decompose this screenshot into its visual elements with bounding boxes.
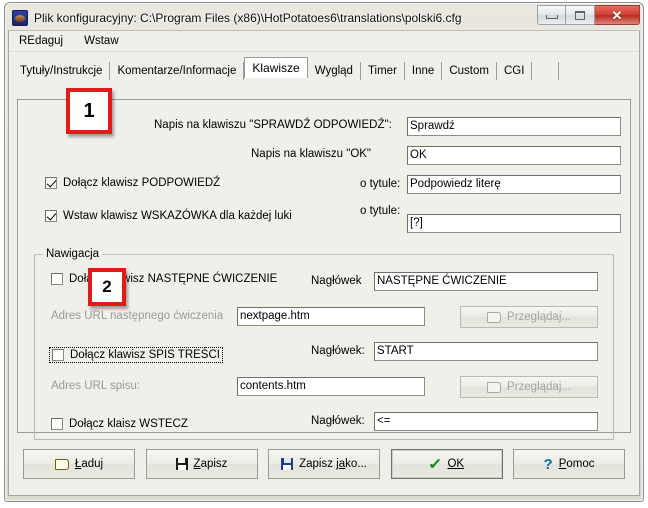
navigation-group-title: Nawigacja [43, 248, 103, 260]
dialog-button-bar: Ładuj Zapisz Zapisz jako... ✓ OK ? Pomoc [17, 441, 631, 487]
hint-checkbox-box [45, 177, 57, 189]
save-button[interactable]: Zapisz [145, 449, 258, 479]
next-exercise-checkbox[interactable]: Dołącz klawisz NASTĘPNE ĆWICZENIE [51, 273, 277, 285]
back-caption-input[interactable]: <= [374, 412, 598, 431]
save-as-button[interactable]: Zapisz jako... [268, 449, 380, 479]
load-button[interactable]: Ładuj [23, 449, 135, 479]
contents-caption-label: Nagłówek: [311, 345, 365, 357]
ok-caption-input[interactable]: OK [407, 146, 621, 165]
next-url-input[interactable]: nextpage.htm [237, 307, 425, 326]
hot-potato-icon [12, 10, 28, 26]
menu-item-redaguj[interactable]: REdaguj [17, 33, 72, 49]
check-mark-icon: ✓ [427, 455, 443, 473]
folder-icon [54, 458, 69, 470]
clue-title-label: o tytule: [360, 205, 401, 217]
next-caption-label: Nagłówek [311, 275, 362, 287]
close-icon: ✕ [611, 7, 623, 23]
tab-wyglad[interactable]: Wygląd [307, 62, 361, 80]
next-exercise-checkbox-box [51, 273, 63, 285]
tab-tytuly-instrukcje[interactable]: Tytuły/Instrukcje [13, 62, 111, 80]
tab-strip-filler [532, 62, 560, 80]
back-caption-label: Nagłówek: [311, 415, 365, 427]
help-button[interactable]: ? Pomoc [513, 449, 625, 479]
help-button-label: Pomoc [558, 458, 595, 470]
check-answer-input[interactable]: Sprawdź [407, 117, 621, 136]
title-bar: Plik konfiguracyjny: C:\Program Files (x… [8, 5, 640, 30]
question-mark-icon: ? [543, 455, 553, 473]
save-button-label: Zapisz [193, 458, 228, 470]
minimize-icon [545, 15, 558, 19]
tab-strip: Tytuły/Instrukcje Komentarze/Informacje … [13, 55, 635, 80]
maximize-button[interactable] [566, 5, 595, 25]
hint-title-label: o tytule: [360, 178, 401, 190]
next-url-label: Adres URL następnego ćwiczenia [51, 310, 224, 322]
tab-inne[interactable]: Inne [404, 62, 443, 80]
tab-custom[interactable]: Custom [442, 62, 497, 80]
tab-timer[interactable]: Timer [360, 62, 405, 80]
back-checkbox-label: Dołącz klaisz WSTECZ [69, 418, 188, 430]
next-caption-input[interactable]: NASTĘPNE ĆWICZENIE [374, 272, 598, 291]
folder-icon [487, 381, 502, 393]
close-button[interactable]: ✕ [595, 5, 640, 25]
contents-checkbox[interactable]: Dołącz klawisz SPIS TREŚCI [49, 347, 223, 363]
clue-checkbox-box [45, 210, 57, 222]
load-button-label: Ładuj [74, 458, 104, 470]
contents-caption-input[interactable]: START [374, 342, 598, 361]
hint-checkbox-label: Dołącz klawisz PODPOWIEDŹ [63, 177, 221, 189]
tab-cgi[interactable]: CGI [496, 62, 533, 80]
clue-checkbox[interactable]: Wstaw klawisz WSKAZÓWKA dla każdej luki [45, 210, 292, 222]
contents-url-browse-label: Przeglądaj... [507, 381, 571, 393]
contents-checkbox-box [52, 349, 64, 361]
floppy-disk-question-icon [281, 458, 294, 470]
contents-checkbox-label: Dołącz klawisz SPIS TREŚCI [70, 349, 220, 361]
window-controls: ✕ [537, 5, 640, 26]
contents-url-label: Adres URL spisu: [51, 380, 141, 392]
window-title: Plik konfiguracyjny: C:\Program Files (x… [34, 11, 462, 25]
tab-klawisze[interactable]: Klawisze [244, 57, 308, 78]
menu-item-wstaw[interactable]: Wstaw [82, 33, 128, 49]
floppy-disk-icon [175, 458, 188, 470]
minimize-button[interactable] [537, 5, 566, 25]
hint-checkbox[interactable]: Dołącz klawisz PODPOWIEDŹ [45, 177, 220, 189]
next-url-browse-label: Przeglądaj... [507, 311, 571, 323]
annotation-badge-1: 1 [66, 88, 112, 134]
contents-url-input[interactable]: contents.htm [237, 377, 425, 396]
contents-url-browse-button[interactable]: Przeglądaj... [460, 376, 598, 398]
back-checkbox[interactable]: Dołącz klaisz WSTECZ [51, 418, 188, 430]
maximize-icon [575, 10, 585, 20]
ok-button-label: OK [447, 458, 465, 470]
annotation-badge-2: 2 [88, 268, 126, 306]
save-as-button-label: Zapisz jako... [299, 458, 367, 470]
check-answer-label: Napis na klawiszu "SPRAWDŹ ODPOWIEDŹ": [154, 119, 392, 131]
clue-checkbox-label: Wstaw klawisz WSKAZÓWKA dla każdej luki [63, 210, 292, 222]
klawisze-tab-page: Napis na klawiszu "SPRAWDŹ ODPOWIEDŹ": S… [17, 99, 631, 440]
next-url-browse-button[interactable]: Przeglądaj... [460, 306, 598, 328]
ok-button[interactable]: ✓ OK [390, 449, 503, 479]
tab-komentarze-informacje[interactable]: Komentarze/Informacje [110, 62, 245, 80]
menu-bar: REdaguj Wstaw [9, 31, 639, 52]
clue-title-input[interactable]: [?] [407, 214, 621, 233]
back-checkbox-box [51, 418, 63, 430]
hint-title-input[interactable]: Podpowiedz literę [407, 175, 621, 194]
config-window: Plik konfiguracyjny: C:\Program Files (x… [4, 2, 644, 502]
ok-caption-label: Napis na klawiszu "OK" [251, 148, 372, 160]
folder-icon [487, 311, 502, 323]
